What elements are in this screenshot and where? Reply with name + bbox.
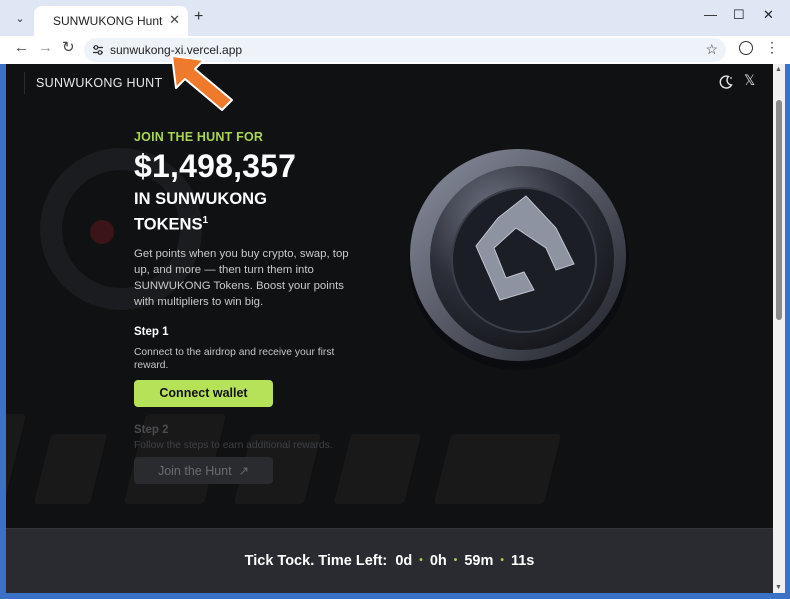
hero-tokens: IN SUNWUKONG TOKENS1 xyxy=(134,189,314,236)
page-scrollbar[interactable]: ▲ ▼ xyxy=(773,64,785,593)
minimize-icon[interactable]: — xyxy=(704,8,717,21)
brand-divider xyxy=(24,72,25,94)
kebab-menu-icon[interactable]: ⋮ xyxy=(765,40,779,54)
plus-icon[interactable]: + xyxy=(194,9,203,25)
step1-text: Connect to the airdrop and receive your … xyxy=(134,346,335,372)
browser-toolbar: ← → ↻ sunwukong-xi.vercel.app ☆ ⋮ xyxy=(0,36,790,64)
scroll-up-icon[interactable]: ▲ xyxy=(775,66,782,73)
arrow-up-right-icon: ↗ xyxy=(238,463,250,478)
star-icon[interactable]: ☆ xyxy=(705,41,718,58)
profile-icon[interactable] xyxy=(739,41,753,55)
close-icon[interactable]: ✕ xyxy=(169,13,180,26)
countdown-seconds: 11s xyxy=(510,553,535,569)
page-viewport: SUNWUKONG HUNT 𝕏 JOIN THE HUNT FOR $1,49… xyxy=(6,64,773,593)
countdown-separator: • xyxy=(500,555,504,566)
step2-title: Step 2 xyxy=(134,423,169,436)
scroll-down-icon[interactable]: ▼ xyxy=(775,584,782,591)
back-arrow-icon[interactable]: ← xyxy=(14,40,29,55)
reload-icon[interactable]: ↻ xyxy=(62,40,75,55)
browser-window: ⌄ SUNWUKONG Hunt ✕ + — ☐ ✕ ← → ↻ sunwuko… xyxy=(0,0,790,599)
site-logo-text[interactable]: SUNWUKONG HUNT xyxy=(36,76,162,90)
countdown-timer: Tick Tock. Time Left: 0d • 0h • 59m • 11… xyxy=(6,553,773,569)
x-social-icon[interactable]: 𝕏 xyxy=(744,74,755,88)
annotation-arrow-icon xyxy=(171,55,233,111)
join-hunt-button[interactable]: Join the Hunt ↗ xyxy=(134,456,273,484)
tab-active[interactable]: SUNWUKONG Hunt ✕ xyxy=(34,6,188,36)
hero-amount: $1,498,357 xyxy=(134,148,297,184)
join-hunt-label: Join the Hunt xyxy=(157,463,232,478)
countdown-hours: 0h xyxy=(429,553,447,569)
countdown-minutes: 59m xyxy=(464,553,494,569)
tab-bar: ⌄ SUNWUKONG Hunt ✕ + — ☐ ✕ xyxy=(0,0,790,36)
hero-section: JOIN THE HUNT FOR $1,498,357 IN SUNWUKON… xyxy=(134,130,364,484)
scroll-thumb[interactable] xyxy=(776,100,782,320)
countdown-separator: • xyxy=(453,555,458,566)
countdown-days: 0d xyxy=(395,553,413,569)
tokens-footnote: 1 xyxy=(202,215,209,226)
hero-description: Get points when you buy crypto, swap, to… xyxy=(134,247,349,308)
background-watermark xyxy=(6,148,561,504)
step2-text: Follow the steps to earn additional rewa… xyxy=(134,439,333,451)
tab-title: SUNWUKONG Hunt xyxy=(53,14,163,28)
theme-toggle-icon[interactable] xyxy=(718,74,734,90)
forward-arrow-icon[interactable]: → xyxy=(38,40,53,55)
step1-title: Step 1 xyxy=(134,325,169,338)
tokens-label: IN SUNWUKONG TOKENS xyxy=(134,190,267,234)
countdown-bar: Tick Tock. Time Left: 0d • 0h • 59m • 11… xyxy=(6,528,773,593)
site-header: SUNWUKONG HUNT 𝕏 xyxy=(6,64,773,102)
countdown-separator: • xyxy=(419,555,423,566)
hero-eyebrow: JOIN THE HUNT FOR xyxy=(134,130,264,144)
connect-wallet-button[interactable]: Connect wallet xyxy=(134,379,273,407)
chevron-down-icon[interactable]: ⌄ xyxy=(9,8,31,28)
maximize-icon[interactable]: ☐ xyxy=(733,8,745,21)
countdown-label: Tick Tock. Time Left: xyxy=(244,553,388,569)
window-close-icon[interactable]: ✕ xyxy=(763,8,774,21)
tune-icon[interactable] xyxy=(92,44,104,56)
coin-logo-image xyxy=(409,149,629,370)
